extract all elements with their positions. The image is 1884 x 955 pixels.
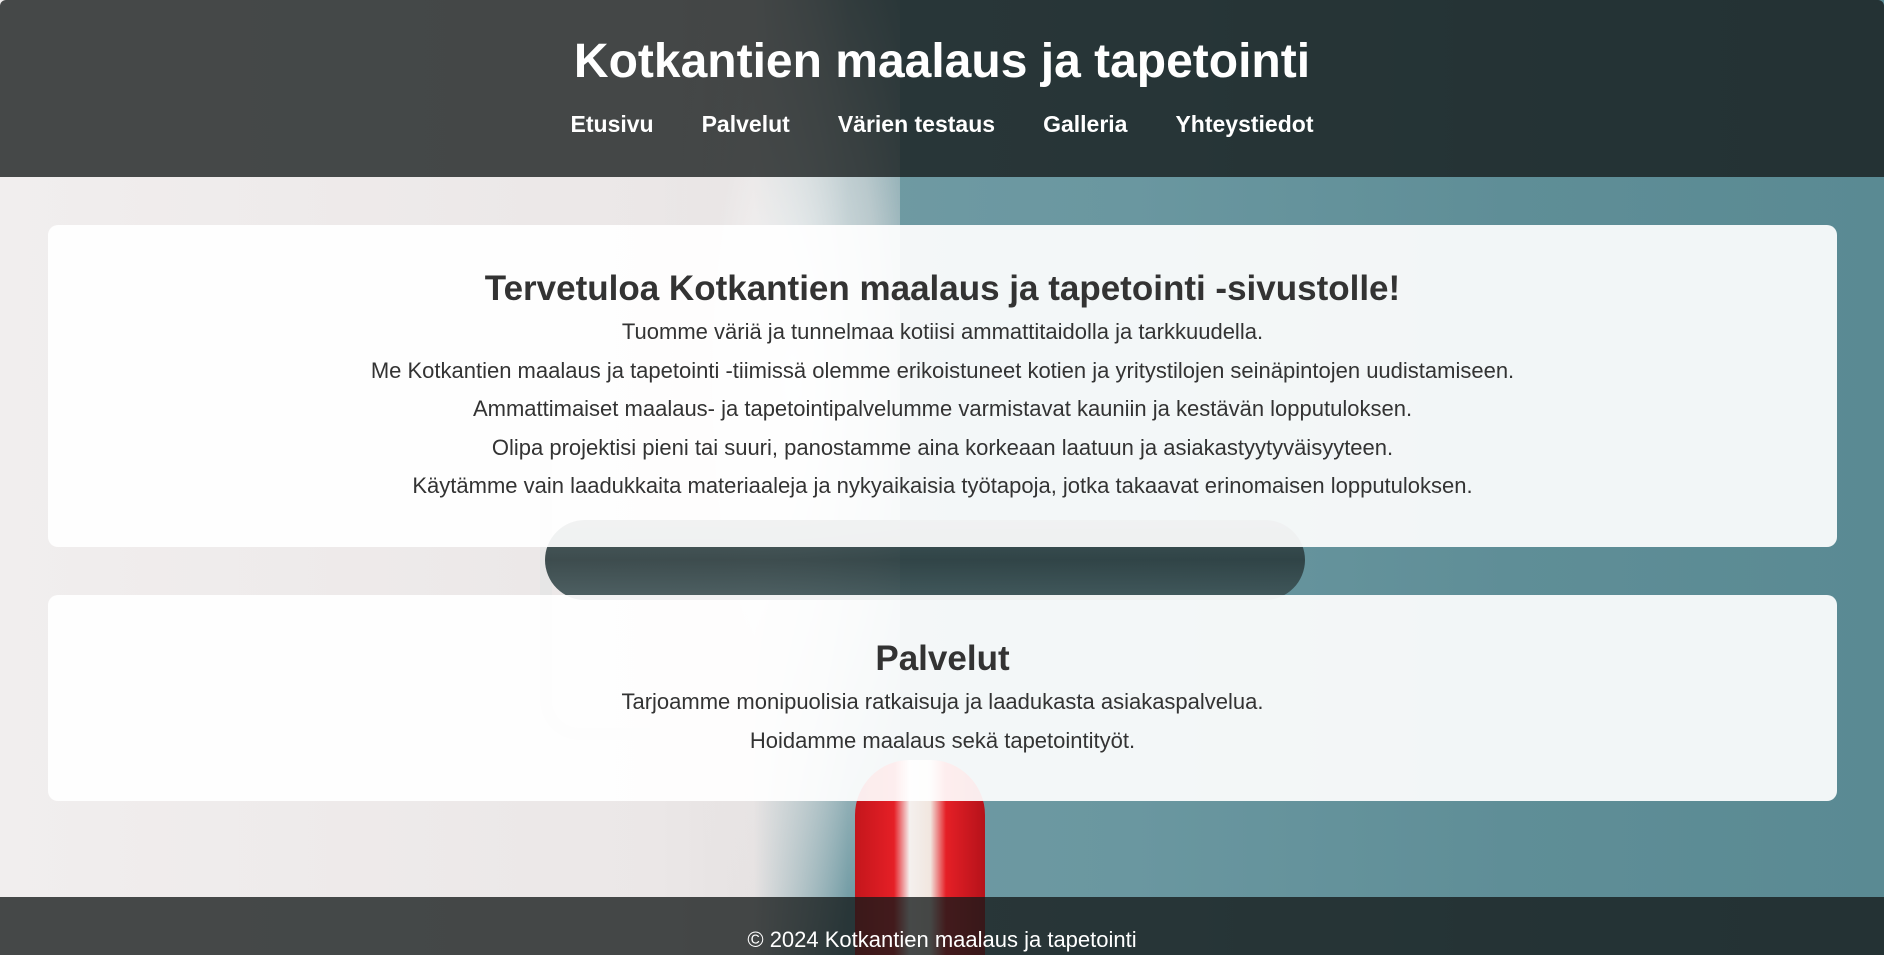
site-footer: © 2024 Kotkantien maalaus ja tapetointi <box>0 897 1884 955</box>
copyright-text: © 2024 Kotkantien maalaus ja tapetointi <box>747 927 1137 952</box>
welcome-section: Tervetuloa Kotkantien maalaus ja tapetoi… <box>48 225 1837 547</box>
nav-item-yhteystiedot[interactable]: Yhteystiedot <box>1151 106 1337 142</box>
welcome-paragraph: Tuomme väriä ja tunnelmaa kotiisi ammatt… <box>621 319 1264 344</box>
welcome-paragraph: Ammattimaiset maalaus- ja tapetointipalv… <box>472 396 1413 421</box>
site-title: Kotkantien maalaus ja tapetointi <box>573 35 1311 88</box>
nav-item-galleria[interactable]: Galleria <box>1019 106 1151 142</box>
site-header: Kotkantien maalaus ja tapetointi Etusivu… <box>0 0 1884 177</box>
main-nav: Etusivu Palvelut Värien testaus Galleria… <box>0 106 1884 142</box>
welcome-paragraph: Me Kotkantien maalaus ja tapetointi -tii… <box>370 357 1515 383</box>
welcome-paragraph: Olipa projektisi pieni tai suuri, panost… <box>491 434 1394 460</box>
services-paragraph: Hoidamme maalaus sekä tapetointityöt. <box>749 727 1136 753</box>
welcome-paragraph: Käytämme vain laadukkaita materiaaleja j… <box>412 473 1473 498</box>
services-heading: Palvelut <box>875 639 1010 678</box>
services-section: Palvelut Tarjoamme monipuolisia ratkaisu… <box>48 595 1837 801</box>
services-paragraph: Tarjoamme monipuolisia ratkaisuja ja laa… <box>621 689 1264 714</box>
welcome-heading: Tervetuloa Kotkantien maalaus ja tapetoi… <box>484 269 1401 308</box>
nav-item-etusivu[interactable]: Etusivu <box>547 106 678 142</box>
nav-item-varien-testaus[interactable]: Värien testaus <box>814 106 1019 142</box>
nav-item-palvelut[interactable]: Palvelut <box>678 106 814 142</box>
